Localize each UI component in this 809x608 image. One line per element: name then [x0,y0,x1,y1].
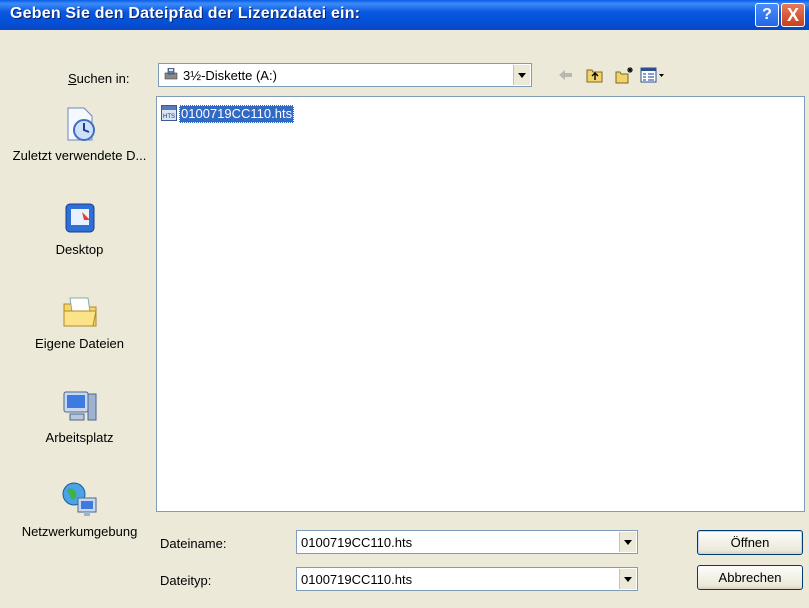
filename-label: Dateiname: [160,536,226,551]
place-desktop-label: Desktop [55,242,104,257]
my-documents-icon [63,297,97,327]
filename-label-text: Dateiname: [160,536,227,551]
open-button[interactable]: Öffnen [697,530,803,555]
place-desktop[interactable]: Desktop [7,198,152,257]
up-folder-icon[interactable] [585,66,605,84]
chevron-down-icon[interactable] [619,569,636,589]
filetype-label: Dateityp: [160,573,211,588]
place-recent-label: Zuletzt verwendete D... [12,148,147,163]
place-my-documents-label: Eigene Dateien [35,336,124,351]
cancel-button-label: Abbrechen [718,570,782,585]
filetype-label-text: Dateityp: [160,573,212,588]
place-my-documents[interactable]: Eigene Dateien [7,292,152,351]
filename-value: 0100719CC110.hts [301,535,413,550]
look-in-label-text: uchen in: [76,71,130,86]
file-name: 0100719CC110.hts [179,105,295,123]
look-in-label: Suchen in: [68,71,129,86]
desktop-icon [65,203,94,233]
back-arrow-icon[interactable] [556,66,576,84]
view-menu-icon[interactable] [640,66,666,84]
filename-combobox[interactable]: 0100719CC110.hts [296,530,638,554]
close-button[interactable]: X [781,3,805,27]
place-my-computer[interactable]: Arbeitsplatz [7,386,152,445]
place-my-computer-label: Arbeitsplatz [45,430,114,445]
cancel-button[interactable]: Abbrechen [697,565,803,590]
look-in-combobox[interactable]: 3½-Diskette (A:) [158,63,532,87]
file-list[interactable]: HTS 0100719CC110.hts [156,96,805,512]
place-network[interactable]: Netzwerkumgebung [7,480,152,539]
places-bar: Zuletzt verwendete D... Desktop Eigene D… [7,94,152,602]
filetype-combobox[interactable]: 0100719CC110.hts [296,567,638,591]
my-computer-icon [63,391,96,421]
help-icon: ? [762,6,772,23]
chevron-down-icon[interactable] [513,65,530,85]
network-places-icon [62,482,96,516]
title-bar[interactable]: Geben Sie den Dateipfad der Lizenzdatei … [0,0,809,30]
hts-file-icon: HTS [161,105,177,121]
chevron-down-icon[interactable] [619,532,636,552]
place-network-label: Netzwerkumgebung [21,524,138,539]
file-open-dialog: Geben Sie den Dateipfad der Lizenzdatei … [0,0,809,608]
recent-documents-icon [67,107,95,141]
dialog-title: Geben Sie den Dateipfad der Lizenzdatei … [10,5,361,22]
look-in-accesskey: S [68,71,77,86]
filetype-value: 0100719CC110.hts [301,572,413,587]
new-folder-icon[interactable] [614,66,634,84]
hts-file-icon-label: HTS [163,114,175,120]
floppy-drive-icon [164,68,178,80]
open-button-label: Öffnen [730,535,770,550]
place-recent[interactable]: Zuletzt verwendete D... [7,104,152,163]
close-icon: X [786,5,799,25]
help-button[interactable]: ? [755,3,779,27]
look-in-value: 3½-Diskette (A:) [183,68,277,83]
